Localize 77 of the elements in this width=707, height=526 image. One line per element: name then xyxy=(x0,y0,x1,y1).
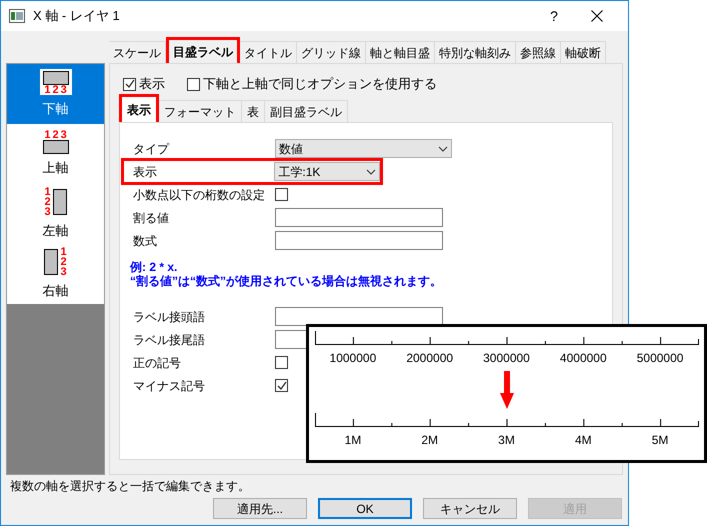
axis-number: 2 xyxy=(52,85,59,96)
plot-frame-icon xyxy=(52,189,67,216)
checkbox[interactable] xyxy=(187,78,200,90)
plot-frame-icon xyxy=(44,249,58,276)
subtab[interactable]: フォーマット xyxy=(159,100,242,122)
axis-label: 上軸 xyxy=(42,159,68,178)
axis-number: 1 xyxy=(60,247,67,258)
checkbox[interactable] xyxy=(275,188,288,201)
tick-label: 5000000 xyxy=(636,350,684,367)
tab[interactable]: スケール xyxy=(109,41,166,63)
checkbox-label: 表示 xyxy=(139,75,165,94)
tick-label: 5M xyxy=(650,432,670,449)
tab[interactable]: グリッド線 xyxy=(297,41,366,63)
tab[interactable]: タイトル xyxy=(240,41,297,63)
note-text: 例: 2 * x. xyxy=(130,260,178,274)
tick-label: 4000000 xyxy=(558,350,608,367)
field-label: タイプ xyxy=(132,140,170,158)
field-label: 割る値 xyxy=(132,210,170,226)
axis-label: 右軸 xyxy=(42,282,68,300)
tick-label: 3M xyxy=(497,432,516,449)
field-label: マイナス記号 xyxy=(132,378,206,394)
note-text: “割る値”は“数式”が使用されている場合は無視されます。 xyxy=(130,274,443,288)
tab[interactable]: 軸破断 xyxy=(561,41,606,63)
field-label: 数式 xyxy=(132,232,158,250)
dropdown[interactable]: 工学:1K xyxy=(274,162,380,181)
axis-label: 左軸 xyxy=(42,222,68,240)
dialog-button[interactable]: OK xyxy=(318,498,412,520)
axis-label: 下軸 xyxy=(42,100,68,118)
axis-number: 2 xyxy=(52,130,59,140)
check-icon xyxy=(276,380,286,390)
tab[interactable]: 特別な軸刻み xyxy=(435,41,516,63)
text-field[interactable] xyxy=(275,208,443,227)
axis-number: 3 xyxy=(60,85,67,96)
arrow-down-icon xyxy=(500,371,514,409)
axis-number: 1 xyxy=(44,85,50,96)
checkbox[interactable] xyxy=(275,356,288,369)
checkbox[interactable] xyxy=(275,379,288,392)
axis-number: 3 xyxy=(60,267,67,278)
axis-number: 2 xyxy=(60,257,67,268)
axis-number: 3 xyxy=(44,207,51,218)
subtab[interactable]: 副目盛ラベル xyxy=(265,100,348,122)
axis-number: 3 xyxy=(60,130,67,140)
tick-label: 1M xyxy=(344,432,362,449)
close-icon xyxy=(591,10,603,22)
field-label: 正の記号 xyxy=(132,354,182,372)
subtab[interactable]: 表 xyxy=(242,100,265,122)
check-icon xyxy=(124,79,134,89)
tick-label: 2000000 xyxy=(405,350,454,367)
field-label: 小数点以下の桁数の設定 xyxy=(132,186,266,204)
tick-label: 1000000 xyxy=(328,350,378,367)
field-label: 表示 xyxy=(132,164,158,180)
dialog-button[interactable]: キャンセル xyxy=(423,498,517,520)
axis-list-item[interactable]: 1 2 3 下軸 xyxy=(7,64,104,124)
window-title: X 軸 - レイヤ 1 xyxy=(33,7,120,26)
checkbox[interactable] xyxy=(123,78,136,90)
axis-number: 1 xyxy=(44,130,50,140)
chevron-down-icon xyxy=(366,168,376,174)
plot-frame-icon xyxy=(42,71,68,86)
help-button[interactable]: ? xyxy=(534,6,574,26)
tick-label: 4M xyxy=(574,432,593,449)
axis-number: 2 xyxy=(44,197,51,208)
tab[interactable]: 参照線 xyxy=(516,41,561,63)
dropdown[interactable]: 数値 xyxy=(275,139,452,158)
app-icon xyxy=(9,9,25,23)
dialog-button[interactable]: 適用先... xyxy=(213,498,307,520)
field-label: ラベル接尾語 xyxy=(132,332,206,348)
checkbox-label: 下軸と上軸で同じオプションを使用する xyxy=(203,75,437,94)
tab[interactable]: 軸と軸目盛 xyxy=(366,41,435,63)
text-field[interactable] xyxy=(275,231,443,250)
axis-number: 1 xyxy=(44,187,51,198)
field-label: ラベル接頭語 xyxy=(132,308,206,326)
chevron-down-icon xyxy=(438,146,448,152)
plot-frame-icon xyxy=(42,140,68,154)
text-field[interactable] xyxy=(275,307,443,326)
status-text: 複数の軸を選択すると一括で編集できます。 xyxy=(10,478,250,495)
tick-label: 2M xyxy=(420,432,440,449)
tick-label: 3000000 xyxy=(482,350,531,367)
